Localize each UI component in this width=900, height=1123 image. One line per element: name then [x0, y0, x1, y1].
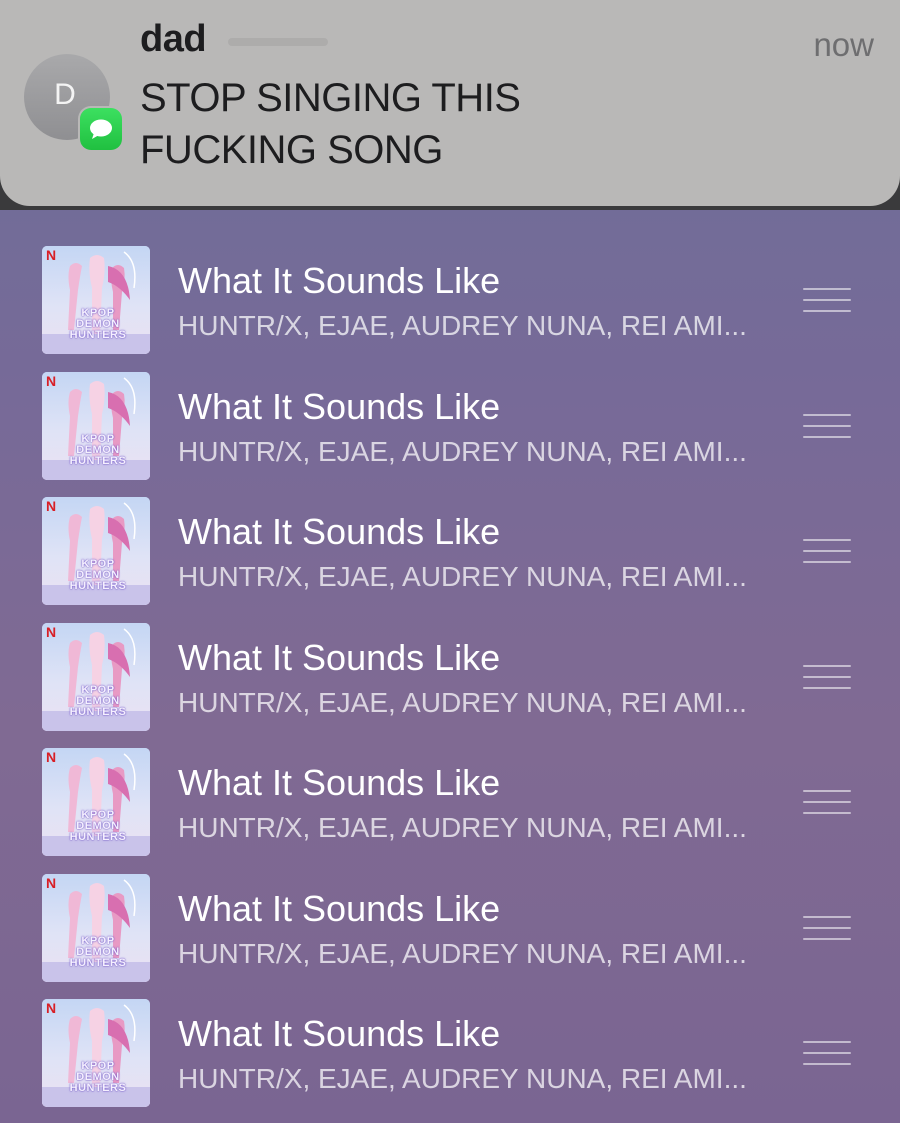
avatar-initial: D	[54, 78, 76, 111]
drag-handle-line	[803, 310, 851, 312]
drag-handle-line	[803, 435, 851, 438]
album-logo-line3: HUNTERS	[69, 580, 127, 592]
drag-handle-line	[803, 539, 851, 541]
drag-handle-line	[803, 1041, 851, 1043]
screen: D dad now STOP SINGING THIS FUCKING SONG…	[0, 0, 900, 1123]
album-art: N KPOP DEMON HUNTERS	[42, 748, 150, 856]
drag-handle-line	[803, 299, 851, 301]
drag-handle-line	[803, 937, 851, 940]
drag-handle-icon[interactable]	[803, 413, 851, 440]
drag-handle-line	[803, 801, 851, 803]
up-next-queue: N KPOP DEMON HUNTERS What It Sounds Like HUNT…	[0, 230, 900, 1109]
blurred-detail	[228, 38, 328, 46]
album-logo-text: KPOP DEMON HUNTERS	[68, 810, 128, 843]
queue-item[interactable]: N KPOP DEMON HUNTERS What It Sounds Like HUNT…	[0, 230, 900, 356]
album-art: N KPOP DEMON HUNTERS	[42, 873, 150, 982]
drag-handle-line	[803, 664, 851, 667]
album-logo-text: KPOP DEMON HUNTERS	[68, 934, 128, 969]
album-logo-line1: KPOP	[81, 432, 115, 445]
queue-item[interactable]: N KPOP DEMON HUNTERS What It Sounds Like HUNT…	[0, 732, 900, 858]
drag-handle-icon[interactable]	[803, 288, 851, 314]
messages-icon	[80, 108, 122, 150]
queue-item[interactable]: N KPOP DEMON HUNTERS What It Sounds Like HUNT…	[0, 983, 900, 1109]
drag-handle-line	[803, 926, 851, 929]
drag-handle-line	[803, 790, 851, 792]
notification-backdrop: D dad now STOP SINGING THIS FUCKING SONG	[0, 0, 900, 210]
queue-item[interactable]: N KPOP DEMON HUNTERS What It Sounds Like HUNT…	[0, 858, 900, 984]
drag-handle-icon[interactable]	[803, 790, 851, 816]
track-title: What It Sounds Like	[178, 511, 501, 552]
track-title: What It Sounds Like	[178, 1013, 501, 1054]
netflix-logo: N	[46, 1000, 57, 1016]
drag-handle-line	[803, 1063, 851, 1065]
track-artist: HUNTR/X, EJAE, AUDREY NUNA, REI AMI...	[178, 561, 747, 592]
drag-handle-line	[803, 561, 851, 563]
drag-handle-line	[803, 675, 851, 678]
album-logo-line1: KPOP	[81, 934, 115, 947]
album-art: N KPOP DEMON HUNTERS	[42, 371, 150, 480]
album-logo-line2: DEMON	[76, 694, 120, 707]
album-logo-line3: HUNTERS	[69, 956, 127, 969]
drag-handle-icon[interactable]	[803, 664, 851, 691]
drag-handle-line	[803, 915, 851, 918]
album-logo-line1: KPOP	[81, 683, 115, 696]
track-artist: HUNTR/X, EJAE, AUDREY NUNA, REI AMI...	[178, 1063, 747, 1094]
album-logo-text: KPOP DEMON HUNTERS	[68, 432, 128, 467]
album-art: N KPOP DEMON HUNTERS	[42, 999, 150, 1107]
album-logo-line3: HUNTERS	[69, 329, 127, 341]
netflix-logo: N	[46, 749, 57, 765]
track-title: What It Sounds Like	[178, 762, 501, 803]
album-logo-line3: HUNTERS	[69, 831, 127, 843]
notification-sender: dad	[140, 18, 207, 60]
album-logo-line3: HUNTERS	[69, 705, 127, 718]
drag-handle-icon[interactable]	[803, 539, 851, 565]
track-artist: HUNTR/X, EJAE, AUDREY NUNA, REI AMI...	[178, 686, 747, 718]
drag-handle-line	[803, 686, 851, 689]
drag-handle-icon[interactable]	[803, 915, 851, 942]
album-logo-line2: DEMON	[76, 945, 120, 958]
queue-item[interactable]: N KPOP DEMON HUNTERS What It Sounds Like HUNT…	[0, 607, 900, 733]
drag-handle-line	[803, 288, 851, 290]
netflix-logo: N	[46, 498, 57, 514]
drag-handle-line	[803, 424, 851, 427]
album-art: N KPOP DEMON HUNTERS	[42, 246, 150, 354]
queue-item[interactable]: N KPOP DEMON HUNTERS What It Sounds Like HUNT…	[0, 481, 900, 607]
drag-handle-icon[interactable]	[803, 1041, 851, 1067]
drag-handle-line	[803, 550, 851, 552]
netflix-logo: N	[46, 874, 57, 891]
album-art: N KPOP DEMON HUNTERS	[42, 497, 150, 605]
track-title: What It Sounds Like	[178, 887, 501, 929]
netflix-logo: N	[46, 623, 57, 640]
album-logo-text: KPOP DEMON HUNTERS	[68, 308, 128, 341]
album-logo-line3: HUNTERS	[69, 454, 127, 467]
track-artist: HUNTR/X, EJAE, AUDREY NUNA, REI AMI...	[178, 937, 747, 969]
track-title: What It Sounds Like	[178, 385, 501, 427]
drag-handle-line	[803, 1052, 851, 1054]
message-notification[interactable]: D dad now STOP SINGING THIS FUCKING SONG	[0, 0, 900, 206]
track-title: What It Sounds Like	[178, 636, 501, 678]
album-logo-line2: DEMON	[76, 443, 120, 456]
track-artist: HUNTR/X, EJAE, AUDREY NUNA, REI AMI...	[178, 435, 747, 467]
album-logo-line3: HUNTERS	[69, 1082, 127, 1094]
album-logo-text: KPOP DEMON HUNTERS	[68, 559, 128, 592]
track-artist: HUNTR/X, EJAE, AUDREY NUNA, REI AMI...	[178, 310, 747, 341]
track-artist: HUNTR/X, EJAE, AUDREY NUNA, REI AMI...	[178, 812, 747, 843]
netflix-logo: N	[46, 372, 57, 389]
notification-time: now	[813, 26, 874, 63]
drag-handle-line	[803, 812, 851, 814]
drag-handle-line	[803, 413, 851, 416]
album-art: N KPOP DEMON HUNTERS	[42, 622, 150, 731]
track-title: What It Sounds Like	[178, 260, 501, 301]
netflix-logo: N	[46, 247, 57, 263]
notification-message: STOP SINGING THIS FUCKING SONG	[140, 76, 521, 172]
album-logo-text: KPOP DEMON HUNTERS	[68, 683, 128, 718]
album-logo-text: KPOP DEMON HUNTERS	[68, 1061, 128, 1094]
queue-item[interactable]: N KPOP DEMON HUNTERS What It Sounds Like HUNT…	[0, 356, 900, 482]
